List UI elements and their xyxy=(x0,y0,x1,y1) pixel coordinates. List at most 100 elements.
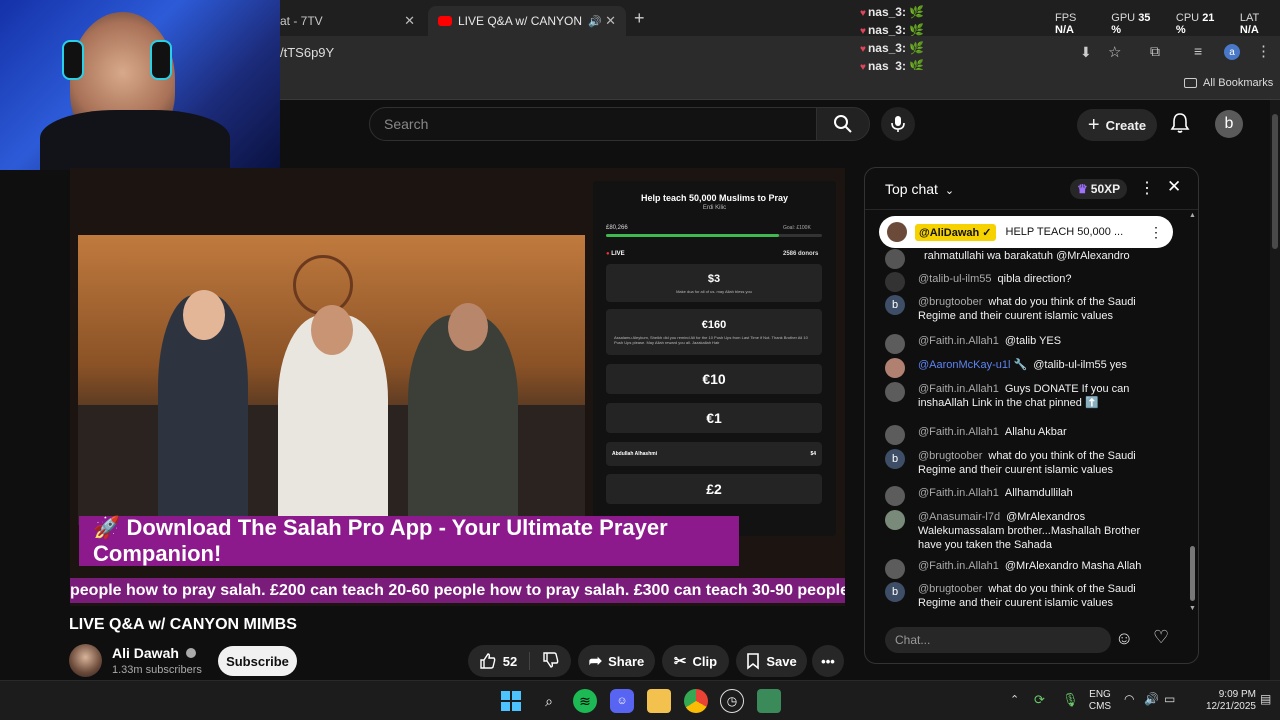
close-tab-icon[interactable]: ✕ xyxy=(605,13,616,29)
extensions-icon[interactable]: ⧉ xyxy=(1150,43,1160,60)
chat-message: @Faith.in.Allah1 Allhamdullilah xyxy=(885,486,1165,506)
close-chat-icon[interactable]: ✕ xyxy=(1167,177,1181,197)
share-button[interactable]: ➦ Share xyxy=(578,645,655,677)
channel-avatar[interactable] xyxy=(69,644,102,677)
update-icon[interactable]: ⟳ xyxy=(1034,692,1045,708)
chat-author[interactable]: @Anasumair-l7d xyxy=(918,511,1000,523)
chat-avatar[interactable]: b xyxy=(885,582,905,602)
app-window-icon[interactable] xyxy=(757,689,781,713)
notification-center-icon[interactable]: ▤ xyxy=(1260,692,1271,706)
chat-avatar[interactable] xyxy=(885,249,905,269)
url-field[interactable]: /tTS6p9Y xyxy=(280,45,334,60)
chat-avatar[interactable]: b xyxy=(885,449,905,469)
chat-mode-dropdown[interactable]: Top chat ⌄ xyxy=(885,181,954,197)
heart-icon[interactable]: ♡ xyxy=(1153,627,1169,648)
pinned-menu-icon[interactable]: ⋮ xyxy=(1149,224,1163,241)
all-bookmarks[interactable]: All Bookmarks xyxy=(1184,77,1273,89)
chat-header: Top chat ⌄ ♛ 50XP ⋮ ✕ xyxy=(865,168,1198,210)
chat-author[interactable]: @Faith.in.Allah1 xyxy=(918,487,999,499)
microphone-tray-icon[interactable]: 🎙 xyxy=(1062,692,1079,708)
chat-author[interactable]: @brugtoober xyxy=(918,583,982,595)
person-right-head xyxy=(448,303,488,351)
scroll-down-icon[interactable]: ▼ xyxy=(1189,605,1196,612)
chat-input[interactable]: Chat... xyxy=(885,627,1111,653)
panel-organizer: Erdi Kilic xyxy=(702,205,727,211)
chat-author[interactable]: @brugtoober xyxy=(918,296,982,308)
dislike-button[interactable] xyxy=(536,651,560,672)
chat-avatar[interactable]: b xyxy=(885,295,905,315)
chat-author[interactable]: @brugtoober xyxy=(918,450,982,462)
donation-row: Abdullah Alhashmi $4 xyxy=(606,442,822,466)
notifications-icon[interactable] xyxy=(1170,112,1190,139)
chat-scroll-thumb[interactable] xyxy=(1190,546,1195,601)
chat-message-body: @Anasumair-l7d @MrAlexandros Walekumassal… xyxy=(918,510,1165,552)
chat-avatar[interactable] xyxy=(885,272,905,292)
menu-kebab-icon[interactable]: ⋮ xyxy=(1256,42,1271,60)
volume-icon[interactable]: 🔊 xyxy=(1144,692,1159,706)
scroll-up-icon[interactable]: ▲ xyxy=(1189,212,1196,219)
search-button[interactable] xyxy=(816,107,870,141)
spotify-icon[interactable]: ≋ xyxy=(573,689,597,713)
chat-message: @Faith.in.Allah1 Allahu Akbar xyxy=(885,425,1165,445)
system-clock[interactable]: 9:09 PM 12/21/2025 xyxy=(1186,689,1256,713)
profile-avatar[interactable]: a xyxy=(1224,44,1240,60)
chat-avatar[interactable] xyxy=(885,486,905,506)
chat-avatar[interactable] xyxy=(885,334,905,354)
chat-avatar[interactable] xyxy=(885,358,905,378)
channel-name[interactable]: Ali Dawah xyxy=(112,645,196,661)
more-actions-button[interactable]: ••• xyxy=(812,645,844,677)
chevron-down-icon: ⌄ xyxy=(944,185,955,197)
pinned-message[interactable]: @AliDawah ✓ HELP TEACH 50,000 ... ⋮ xyxy=(879,216,1173,248)
chat-author[interactable]: @Faith.in.Allah1 xyxy=(918,335,999,347)
chat-author[interactable]: @Faith.in.Allah1 xyxy=(918,426,999,438)
xp-badge[interactable]: ♛ 50XP xyxy=(1070,179,1128,199)
search-input[interactable]: Search xyxy=(369,107,817,141)
chat-avatar[interactable] xyxy=(885,510,905,530)
video-player[interactable]: Help teach 50,000 Muslims to Pray Erdi K… xyxy=(70,168,845,606)
person-left-head xyxy=(183,290,225,340)
new-tab-icon[interactable]: + xyxy=(634,8,645,29)
promo-banner: 🚀 Download The Salah Pro App - Your Ulti… xyxy=(79,515,739,566)
voice-search-button[interactable] xyxy=(881,107,915,141)
chat-menu-icon[interactable]: ⋮ xyxy=(1139,178,1155,198)
chat-author[interactable]: @talib-ul-ilm55 xyxy=(918,273,992,285)
wifi-icon[interactable]: ◠ xyxy=(1124,692,1134,706)
clock-app-icon[interactable]: ◷ xyxy=(720,689,744,713)
overlay-user: ♥ nas_3: 🌿 xyxy=(860,5,924,19)
file-explorer-icon[interactable] xyxy=(647,689,671,713)
webcam-shirt xyxy=(40,110,230,170)
chat-avatar[interactable] xyxy=(885,425,905,445)
like-button[interactable]: 52 xyxy=(479,652,531,670)
clip-button[interactable]: ✂ Clip xyxy=(662,645,729,677)
windows-start-icon[interactable] xyxy=(499,689,523,713)
install-app-icon[interactable]: ⬇ xyxy=(1080,44,1092,61)
microphone-icon xyxy=(891,116,905,132)
close-tab-icon[interactable]: ✕ xyxy=(404,13,415,29)
tray-chevron-up-icon[interactable]: ⌃ xyxy=(1010,693,1019,706)
tab-youtube-live[interactable]: LIVE Q&A w/ CANYON MIMB 🔊 ✕ xyxy=(428,6,626,36)
chat-author[interactable]: @Faith.in.Allah1 xyxy=(918,383,999,395)
page-scrollbar[interactable] xyxy=(1270,100,1280,680)
language-indicator[interactable]: ENG CMS xyxy=(1086,689,1114,713)
chrome-icon[interactable] xyxy=(684,689,708,713)
emoji-icon[interactable]: ☺ xyxy=(1115,628,1133,649)
chat-author[interactable]: @Faith.in.Allah1 xyxy=(918,560,999,572)
chat-message: @Faith.in.Allah1 @MrAlexandro Masha Allah xyxy=(885,559,1165,579)
discord-icon[interactable]: ☺ xyxy=(610,689,634,713)
search-icon[interactable]: ⌕ xyxy=(537,689,561,713)
speaker-icon[interactable]: 🔊 xyxy=(588,15,602,28)
subscribe-button[interactable]: Subscribe xyxy=(218,646,297,676)
bookmark-star-icon[interactable]: ☆ xyxy=(1108,43,1121,61)
chat-author[interactable]: @AaronMcKay-u1l 🔧 xyxy=(918,359,1027,371)
battery-icon[interactable]: ▭ xyxy=(1164,692,1175,706)
save-button[interactable]: Save xyxy=(736,645,807,677)
create-button[interactable]: + Create xyxy=(1077,109,1157,141)
media-control-icon[interactable]: ≡ xyxy=(1194,43,1202,59)
chat-avatar[interactable] xyxy=(885,382,905,402)
chat-avatar[interactable] xyxy=(885,559,905,579)
page-scroll-thumb[interactable] xyxy=(1272,114,1278,249)
tab-7tv[interactable]: at - 7TV ✕ xyxy=(270,6,425,36)
account-avatar[interactable]: b xyxy=(1215,110,1243,138)
chat-scrollbar[interactable]: ▲ ▼ xyxy=(1189,212,1196,612)
chat-text: Allahu Akbar xyxy=(1004,426,1067,438)
